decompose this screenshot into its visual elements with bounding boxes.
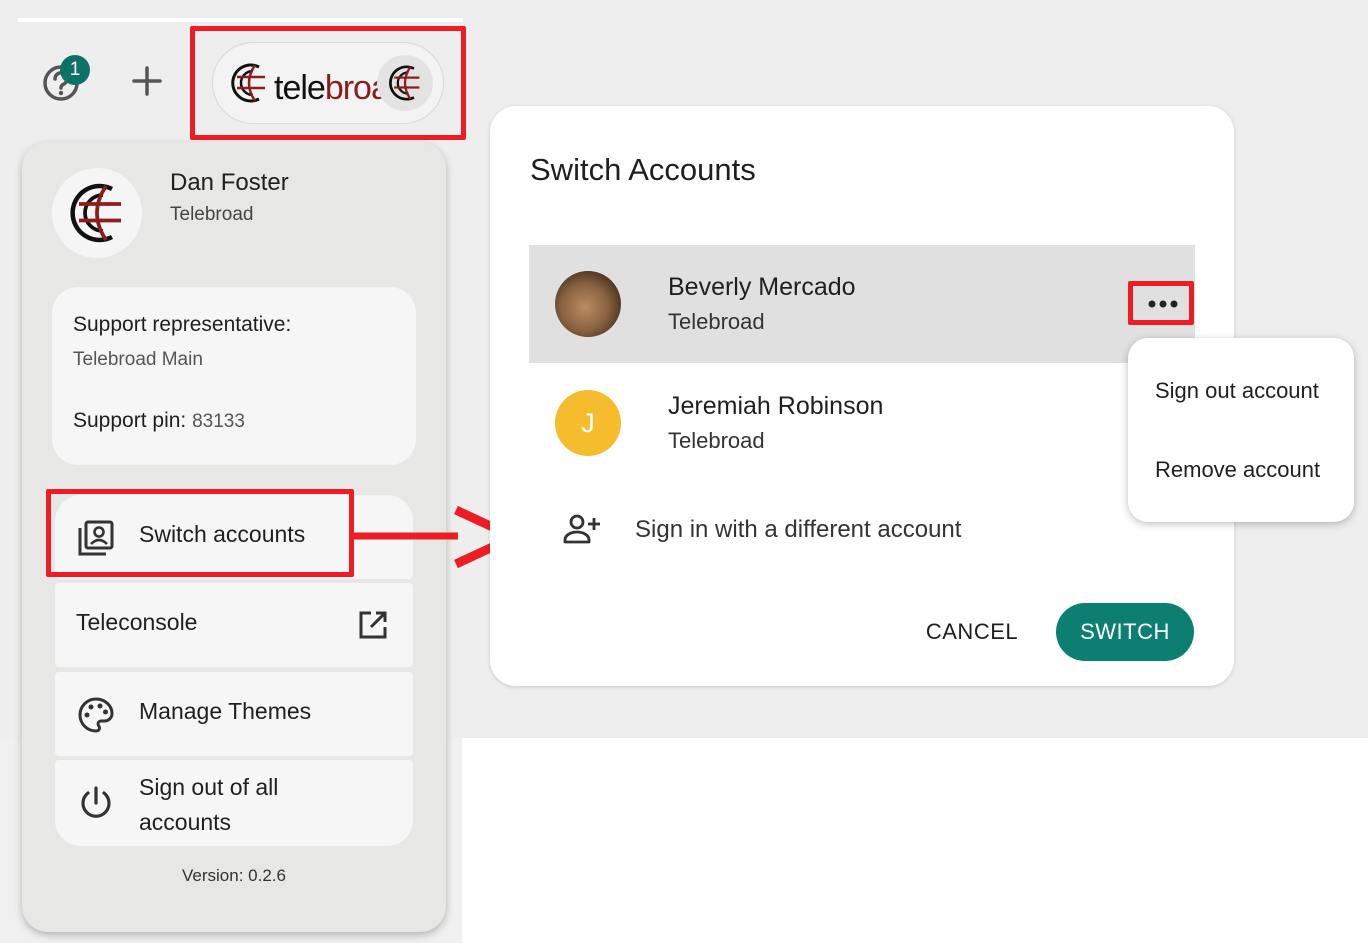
switch-accounts-dialog: Switch Accounts Beverly Mercado Telebroa… xyxy=(490,106,1234,686)
manage-themes-label: Manage Themes xyxy=(139,698,312,724)
support-rep-value: Telebroad Main xyxy=(73,349,203,370)
support-rep-label: Support representative: xyxy=(73,313,292,336)
account-context-menu: Sign out account Remove account xyxy=(1128,338,1354,522)
account-name: Beverly Mercado xyxy=(668,273,856,301)
notification-badge: 1 xyxy=(60,55,90,85)
account-org: Telebroad xyxy=(668,309,765,334)
teleconsole-button[interactable]: Teleconsole xyxy=(55,583,413,667)
support-card: Support representative: Telebroad Main S… xyxy=(52,287,416,465)
highlight-box-more-options xyxy=(1128,281,1194,325)
profile-org: Telebroad xyxy=(170,204,254,225)
account-row[interactable]: J Jeremiah Robinson Telebroad xyxy=(529,364,1195,482)
teleconsole-label: Teleconsole xyxy=(76,609,198,635)
highlight-box-account-pill xyxy=(190,26,466,140)
sign-in-different-account-label: Sign in with a different account xyxy=(635,516,962,543)
avatar xyxy=(52,168,142,258)
support-pin-label: Support pin: xyxy=(73,409,187,432)
profile-name: Dan Foster xyxy=(170,169,289,196)
person-add-icon xyxy=(563,514,600,544)
account-name: Jeremiah Robinson xyxy=(668,392,884,420)
globe-logo-icon xyxy=(70,183,121,243)
top-divider xyxy=(18,18,463,22)
support-pin-value: 83133 xyxy=(192,411,245,432)
dialog-title: Switch Accounts xyxy=(530,152,756,187)
sign-in-different-account-button[interactable]: Sign in with a different account xyxy=(529,496,1195,566)
sign-out-account-menu-item[interactable]: Sign out account xyxy=(1155,378,1319,404)
support-pin: Support pin: 83133 xyxy=(73,409,245,433)
avatar xyxy=(555,271,621,337)
switch-button[interactable]: SWITCH xyxy=(1056,603,1194,661)
manage-themes-button[interactable]: Manage Themes xyxy=(55,672,413,756)
avatar: J xyxy=(555,390,621,456)
remove-account-menu-item[interactable]: Remove account xyxy=(1155,457,1320,483)
account-row[interactable]: Beverly Mercado Telebroad xyxy=(529,245,1195,363)
sign-out-all-label: Sign out of all accounts xyxy=(139,774,279,835)
palette-icon xyxy=(78,697,114,733)
external-link-icon xyxy=(359,611,387,639)
cancel-button[interactable]: CANCEL xyxy=(915,606,1029,658)
version-label: Version: 0.2.6 xyxy=(182,866,286,885)
account-org: Telebroad xyxy=(668,428,765,453)
add-icon[interactable] xyxy=(130,64,164,98)
sign-out-all-button[interactable]: Sign out of all accounts xyxy=(55,760,413,846)
power-icon xyxy=(81,786,111,818)
highlight-box-switch-accounts xyxy=(46,489,354,577)
